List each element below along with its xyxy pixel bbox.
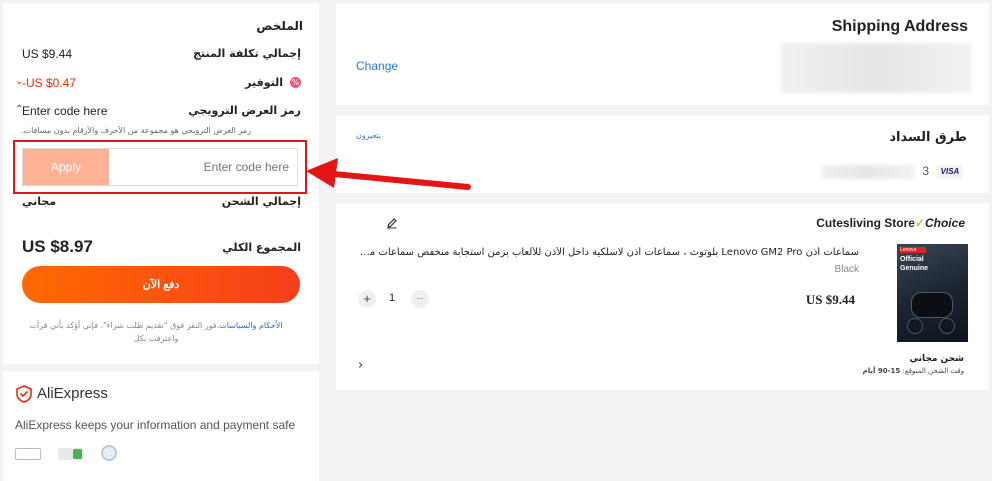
summary-title: الملخص: [256, 19, 303, 33]
image-brand-label: Lenovo: [900, 247, 917, 253]
card-number-suffix: 3: [922, 164, 929, 178]
pay-now-button[interactable]: دفع الآن: [22, 266, 300, 303]
visa-icon: VISA: [937, 165, 963, 179]
shipping-total-value: مجاني: [22, 195, 57, 208]
promo-toggle[interactable]: Enter code here: [22, 104, 107, 118]
edit-note-icon[interactable]: [386, 217, 398, 229]
change-address-link[interactable]: Change: [356, 59, 398, 73]
savings-label: التوفير: [245, 76, 283, 89]
product-image[interactable]: Lenovo Official Genuine: [897, 244, 968, 342]
savings-value: -US $0.47: [22, 76, 77, 90]
quantity-decrease-button[interactable]: −: [411, 290, 429, 308]
image-label-official: Official: [900, 256, 924, 263]
delivery-time-label: وقت الشحن المتوقع:: [902, 367, 964, 375]
delivery-time: وقت الشحن المتوقع: 15-90 أيام: [863, 367, 964, 375]
shipping-total-label: إجمالي الشحن: [221, 195, 301, 208]
choice-check-icon: ✓: [914, 216, 925, 230]
store-name-group: Cutesliving Store✓Choice: [816, 216, 965, 230]
grand-total-label: المجموع الكلي: [222, 241, 301, 254]
delivery-time-value: 15-90 أيام: [862, 367, 901, 375]
chevron-right-icon[interactable]: ›: [358, 358, 363, 373]
promo-highlight-box: Apply: [13, 140, 307, 194]
promo-input-group: Apply: [22, 148, 298, 186]
shipping-address-title: Shipping Address: [831, 18, 968, 35]
discount-icon: %: [290, 77, 301, 88]
terms-link[interactable]: الأحكام والسياسات: [219, 321, 282, 330]
product-variant: Black: [834, 264, 859, 275]
address-redacted: [781, 43, 971, 93]
shipping-address-card: Shipping Address Change: [336, 3, 989, 105]
terms-text: ،فور النقر فوق "تقديم طلب شراء"، فإني أؤ…: [29, 321, 220, 343]
aliexpress-brand: AliExpress: [37, 385, 108, 402]
store-order-card: Cutesliving Store✓Choice Lenovo Official…: [336, 203, 989, 390]
choice-badge: Choice: [924, 216, 965, 230]
trust-message: AliExpress keeps your information and pa…: [15, 418, 296, 432]
trust-card: AliExpress AliExpress keeps your informa…: [3, 371, 319, 481]
product-total-value: US $9.44: [22, 47, 73, 61]
store-name[interactable]: Cutesliving Store: [816, 216, 915, 230]
quantity-value: 1: [389, 292, 396, 304]
image-label-genuine: Genuine: [900, 265, 929, 272]
product-price: US $9.44: [805, 292, 855, 307]
promo-label: رمز العرض الترويجي: [188, 104, 301, 117]
verified-badge-icon: [58, 448, 84, 460]
product-total-label: إجمالي تكلفة المنتج: [193, 47, 301, 60]
annotation-arrow-icon: [306, 158, 471, 190]
apply-button[interactable]: Apply: [23, 149, 109, 185]
product-title[interactable]: سماعات أذن Lenovo GM2 Pro بلوتوث ، سماعا…: [359, 247, 859, 258]
payment-title: طرق السداد: [889, 130, 967, 145]
promo-code-input[interactable]: [109, 149, 289, 185]
quantity-increase-button[interactable]: +: [358, 290, 376, 308]
grand-total-value: US $8.97: [22, 237, 93, 256]
shield-icon: [16, 385, 32, 403]
terms-notice: الأحكام والسياسات،فور النقر فوق "تقديم ط…: [15, 319, 297, 345]
certification-seal-icon: [101, 445, 117, 461]
shipping-method-label: شحن مجاني: [909, 354, 965, 364]
promo-description: رمز العرض الترويجي هو مجموعة من الأحرف و…: [21, 126, 251, 135]
security-badge-icon: [15, 448, 41, 460]
order-summary-card: الملخص US $9.44 إجمالي تكلفة المنتج ⌄ -U…: [3, 3, 319, 364]
change-payment-link[interactable]: يتغيرون: [356, 131, 381, 140]
card-number-redacted: [822, 165, 914, 179]
